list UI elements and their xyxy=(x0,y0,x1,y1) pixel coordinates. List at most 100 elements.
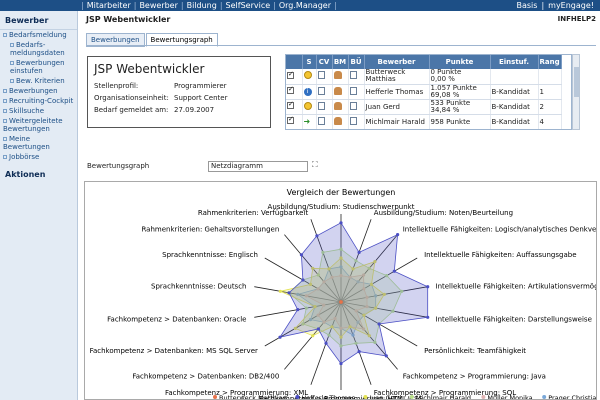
col-header-bue[interactable]: BÜ xyxy=(348,55,365,69)
legend-label: Hefferle Thomas xyxy=(301,394,355,400)
applicant-name[interactable]: Butterweck Matthias xyxy=(364,69,430,85)
bullet-icon xyxy=(3,89,7,93)
legend-label: Prager Christian xyxy=(548,394,597,400)
person-icon[interactable] xyxy=(333,116,342,125)
nav-item-bildung[interactable]: Bildung xyxy=(185,1,219,10)
table-row[interactable]: i Hefferle Thomas 1.057 Punkte69,08 % B-… xyxy=(286,84,562,100)
row-checkbox[interactable] xyxy=(287,115,294,124)
legend-label: Michlmair Harald xyxy=(416,394,471,400)
row-checkbox[interactable] xyxy=(287,70,294,79)
axis-label: Persönlichkeit: Teamfähigkeit xyxy=(424,347,526,355)
points-value: 958 Punkte xyxy=(429,114,491,129)
col-header-punkte[interactable]: Punkte xyxy=(429,55,491,69)
person-icon[interactable] xyxy=(333,86,342,95)
table-row[interactable]: ➜ Michlmair Harald 958 Punkte B-Kandidat… xyxy=(286,114,562,129)
sidebar-item-label: Bewerbungen einstufen xyxy=(10,59,65,75)
rating-cell: B-Kandidat xyxy=(490,99,539,115)
axis-label: Sprachkenntnisse: Englisch xyxy=(162,251,258,259)
row-checkbox[interactable] xyxy=(287,85,294,94)
axis-label: Fachkompetenz > Datenbanken: DB2/400 xyxy=(132,373,279,381)
data-point xyxy=(339,221,343,225)
applicant-name[interactable]: Michlmair Harald xyxy=(364,114,430,129)
myengage-link[interactable]: myEngage! xyxy=(546,1,596,10)
data-point xyxy=(287,291,291,295)
review-document-icon[interactable] xyxy=(349,101,357,110)
applicant-name[interactable]: Juan Gerd xyxy=(364,99,430,115)
sidebar-item-bewerbungen[interactable]: Bewerbungen xyxy=(0,86,77,96)
bullet-icon xyxy=(10,79,14,83)
smiley-icon xyxy=(303,101,312,110)
axis-label: Sprachkenntnisse: Deutsch xyxy=(151,282,246,290)
points-percent: 0,00 % xyxy=(430,75,455,84)
scrollbar-thumb[interactable] xyxy=(574,67,579,97)
bullet-icon xyxy=(3,99,7,103)
nav-separator: | xyxy=(333,1,337,10)
sidebar: Bewerber Bedarfsmeldung Bedarfs-meldungs… xyxy=(0,11,78,400)
axis-label: Intellektuelle Fähigkeiten: Artikulation… xyxy=(436,282,598,290)
cv-document-icon[interactable] xyxy=(317,71,325,80)
sidebar-item-label: Weitergeleitete Bewertungen xyxy=(3,117,63,133)
sidebar-item-skillsuche[interactable]: Skillsuche xyxy=(0,106,77,116)
review-document-icon[interactable] xyxy=(349,71,357,80)
review-document-icon[interactable] xyxy=(349,86,357,95)
rating-cell xyxy=(490,69,539,85)
col-header-einstuf[interactable]: Einstuf. xyxy=(490,55,539,69)
person-icon[interactable] xyxy=(333,101,342,110)
nav-item-bewerber[interactable]: Bewerber xyxy=(137,1,179,10)
col-header-bewerber[interactable]: Bewerber xyxy=(364,55,430,69)
arrow-right-icon: ➜ xyxy=(303,117,311,126)
applicant-name[interactable]: Hefferle Thomas xyxy=(364,84,430,100)
data-point xyxy=(299,253,303,257)
sidebar-item-bewerbungen-einstufen[interactable]: Bewerbungen einstufen xyxy=(0,58,77,76)
sidebar-item-label: Skillsuche xyxy=(9,107,45,115)
table-scrollbar[interactable] xyxy=(572,54,580,130)
sidebar-item-jobboerse[interactable]: Jobbörse xyxy=(0,152,77,162)
nav-item-mitarbeiter[interactable]: Mitarbeiter xyxy=(85,1,133,10)
col-header-bm[interactable]: BM xyxy=(332,55,349,69)
job-heading: JSP Webentwickler xyxy=(94,62,205,76)
graph-type-select[interactable]: Netzdiagramm xyxy=(208,161,308,172)
data-point xyxy=(426,315,430,319)
table-header-row: S CV BM BÜ Bewerber Punkte Einstuf. Rang xyxy=(286,55,562,69)
table-row[interactable]: Butterweck Matthias 0 Punkte0,00 % xyxy=(286,69,562,85)
sidebar-item-bew-kriterien[interactable]: Bew. Kriterien xyxy=(0,76,77,86)
cv-document-icon[interactable] xyxy=(317,86,325,95)
expand-icon[interactable]: ⛶ xyxy=(312,160,318,170)
axis-label: Rahmenkriterien: Verfügbarkeit xyxy=(198,209,309,217)
data-point xyxy=(311,334,315,338)
main-content: JSP Webentwickler INFHELP2 Bewerbungen B… xyxy=(81,11,600,400)
bullet-icon xyxy=(3,137,7,141)
axis-label: Fachkompetenz > Datenbanken: Oracle xyxy=(107,316,246,324)
review-document-icon[interactable] xyxy=(349,116,357,125)
col-header-s[interactable]: S xyxy=(302,55,317,69)
col-header-rang[interactable]: Rang xyxy=(538,55,562,69)
axis-label: Intellektuelle Fähigkeiten: Auffassungsg… xyxy=(424,251,576,259)
points-percent: 34,84 % xyxy=(430,105,460,114)
nav-item-orgmanager[interactable]: Org.Manager xyxy=(277,1,333,10)
basis-link[interactable]: Basis xyxy=(515,1,540,10)
table-row[interactable]: Juan Gerd 533 Punkte34,84 % B-Kandidat 2 xyxy=(286,99,562,115)
data-point xyxy=(301,278,305,282)
sidebar-item-weitergeleitete-bewertungen[interactable]: Weitergeleitete Bewertungen xyxy=(0,116,77,134)
col-header-select[interactable] xyxy=(286,55,303,69)
bullet-icon xyxy=(3,33,7,37)
data-point xyxy=(384,354,388,358)
info-label-organisationseinheit: Organisationseinheit: xyxy=(94,94,169,102)
nav-separator: | xyxy=(541,1,545,10)
rating-cell: B-Kandidat xyxy=(490,114,539,129)
data-point xyxy=(426,285,430,289)
nav-item-selfservice[interactable]: SelfService xyxy=(224,1,273,10)
sidebar-item-bedarfsmeldung[interactable]: Bedarfsmeldung xyxy=(0,30,77,40)
person-icon[interactable] xyxy=(333,71,342,80)
sidebar-item-bedarfsmeldungsdaten[interactable]: Bedarfs-meldungsdaten xyxy=(0,40,77,58)
bullet-icon xyxy=(3,119,7,123)
sidebar-item-recruiting-cockpit[interactable]: Recruiting-Cockpit xyxy=(0,96,77,106)
data-point xyxy=(316,327,320,331)
col-header-cv[interactable]: CV xyxy=(316,55,333,69)
cv-document-icon[interactable] xyxy=(317,101,325,110)
sidebar-item-label: Bedarfsmeldung xyxy=(9,31,67,39)
series-area xyxy=(279,222,429,365)
row-checkbox[interactable] xyxy=(287,100,294,109)
cv-document-icon[interactable] xyxy=(317,116,325,125)
sidebar-item-meine-bewertungen[interactable]: Meine Bewertungen xyxy=(0,134,77,152)
